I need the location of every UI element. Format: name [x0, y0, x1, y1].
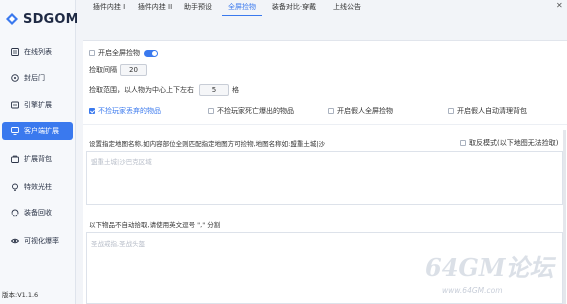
option-ignore-dropped[interactable]: 不捡玩家丢弃的物品 — [89, 106, 161, 116]
checkbox-checked[interactable] — [89, 108, 95, 114]
option-ignore-death-drop[interactable]: 不捡玩家死亡爆出的物品 — [208, 106, 294, 116]
tab-announcement[interactable]: 上线公告 — [331, 0, 363, 16]
sidebar-item-client-ext[interactable]: 客户端扩展 — [2, 122, 73, 140]
map-placeholder: 盟重土城|沙巴克区域 — [91, 158, 152, 166]
sidebar: SDGOM 在线列表 封后门 引擎扩展 客户端扩展 扩展背包 特效光柱 装备回收… — [0, 0, 79, 304]
range-input[interactable]: 5 — [199, 84, 229, 96]
sidebar-item-label: 可视化爆率 — [24, 237, 59, 245]
client-icon — [11, 127, 19, 135]
tab-plugin-2[interactable]: 插件内挂 II — [134, 0, 176, 16]
option-label: 开启假人自动清理背包 — [457, 107, 527, 115]
option-bot-clean-bag[interactable]: 开启假人自动清理背包 — [448, 106, 527, 116]
map-section-label: 设置指定地图名称,如内容部位全则匹配指定地图方可捡物,地图名称如:盟重土城|沙 — [89, 140, 326, 148]
enable-pickup-toggle[interactable] — [144, 49, 158, 57]
enable-pickup-label: 开启全屏捡物 — [98, 49, 140, 57]
range-row: 捡取范围，以人物为中心上下左右 5 格 — [89, 84, 239, 96]
map-textarea[interactable]: 盟重土城|沙巴克区域 — [86, 151, 563, 205]
checkbox[interactable] — [208, 108, 214, 114]
bag-icon — [11, 155, 19, 163]
divider — [83, 124, 567, 125]
sidebar-item-backdoor[interactable]: 封后门 — [2, 69, 73, 87]
shield-icon — [11, 74, 19, 82]
sidebar-item-online-list[interactable]: 在线列表 — [2, 43, 73, 61]
logo-icon — [6, 13, 18, 25]
sidebar-item-label: 特效光柱 — [24, 183, 52, 191]
reverse-mode-row[interactable]: 取反模式(以下地图无法捡取) — [460, 138, 558, 148]
range-unit: 格 — [232, 86, 239, 94]
checkbox[interactable] — [328, 108, 334, 114]
option-bot-pickup[interactable]: 开启假人全屏捡物 — [328, 106, 393, 116]
eye-icon — [10, 237, 20, 245]
exclude-placeholder: 圣战戒指,圣战头盔 — [91, 240, 146, 248]
option-label: 不捡玩家丢弃的物品 — [98, 107, 161, 115]
sidebar-item-label: 封后门 — [24, 74, 45, 82]
sidebar-item-effect-beam[interactable]: 特效光柱 — [2, 178, 73, 196]
sidebar-item-label: 引擎扩展 — [24, 101, 52, 109]
interval-label: 捡取间隔 — [89, 66, 117, 74]
light-icon — [11, 183, 19, 191]
enable-pickup-row: 开启全屏捡物 — [89, 48, 158, 58]
range-label: 捡取范围，以人物为中心上下左右 — [89, 86, 194, 94]
logo: SDGOM — [4, 8, 79, 30]
version-label: 版本:V1.1.6 — [2, 291, 39, 299]
option-label: 开启假人全屏捡物 — [337, 107, 393, 115]
engine-icon — [11, 101, 19, 109]
exclude-section-label: 以下物品不自动拾取,请使用英文逗号 "," 分割 — [89, 221, 221, 229]
sidebar-item-label: 扩展背包 — [24, 155, 52, 163]
tab-fullscreen-pickup[interactable]: 全屏捡物 — [222, 0, 262, 16]
checkbox[interactable] — [460, 140, 466, 146]
enable-checkbox-box — [89, 50, 95, 56]
sidebar-item-ext-bag[interactable]: 扩展背包 — [2, 150, 73, 168]
tab-equip-compare[interactable]: 装备对比·穿戴 — [268, 0, 320, 16]
scrollbar[interactable] — [563, 130, 566, 304]
watermark-url: www.64GM.com — [442, 286, 503, 295]
option-label: 不捡玩家死亡爆出的物品 — [217, 107, 294, 115]
sidebar-item-drop-rate[interactable]: 可视化爆率 — [2, 232, 73, 250]
tab-assistant-preset[interactable]: 助手预设 — [182, 0, 214, 16]
close-icon[interactable]: ✕ — [556, 1, 563, 10]
sidebar-item-label: 装备回收 — [24, 209, 52, 217]
watermark: 64GM论坛 — [425, 253, 554, 282]
interval-input[interactable]: 20 — [120, 64, 147, 76]
tab-plugin-1[interactable]: 插件内挂 I — [89, 0, 129, 16]
sidebar-item-recycle[interactable]: 装备回收 — [2, 204, 73, 222]
sidebar-item-label: 客户端扩展 — [24, 127, 59, 135]
checkbox[interactable] — [448, 108, 454, 114]
reverse-mode-label: 取反模式(以下地图无法捡取) — [469, 139, 559, 147]
logo-text: SDGOM — [23, 11, 79, 27]
sidebar-item-label: 在线列表 — [24, 48, 52, 56]
list-icon — [11, 48, 19, 56]
interval-row: 捡取间隔 20 — [89, 64, 147, 76]
recycle-icon — [11, 209, 19, 217]
sidebar-item-engine-ext[interactable]: 引擎扩展 — [2, 96, 73, 114]
